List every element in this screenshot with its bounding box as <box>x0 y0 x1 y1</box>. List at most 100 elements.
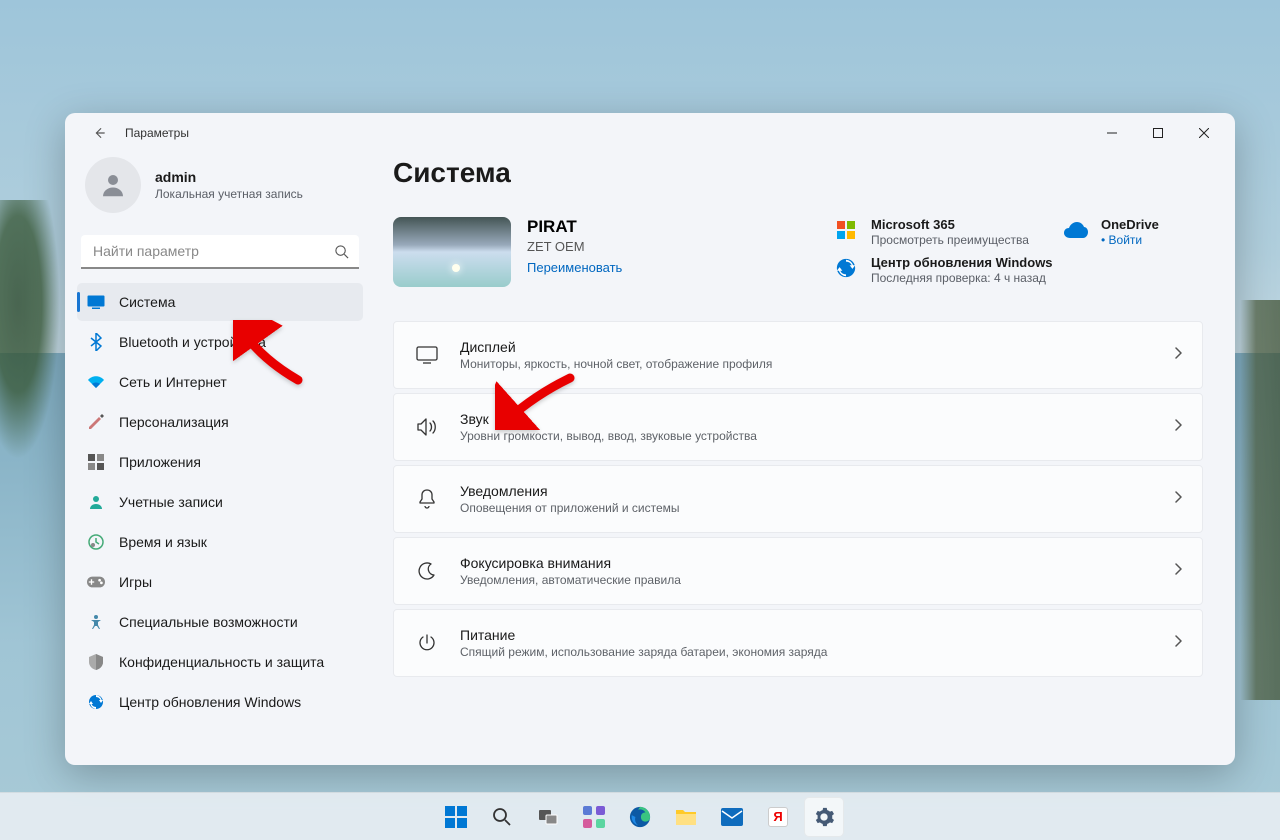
accessibility-icon <box>87 613 105 631</box>
setting-subtitle: Уведомления, автоматические правила <box>460 573 681 587</box>
taskbar-explorer[interactable] <box>666 797 706 837</box>
privacy-icon <box>87 653 105 671</box>
nav-label: Персонализация <box>119 414 229 430</box>
sound-icon <box>414 414 440 440</box>
onedrive-sub: Войти <box>1101 233 1159 247</box>
setting-title: Звук <box>460 411 757 427</box>
focus-icon <box>414 558 440 584</box>
nav-label: Bluetooth и устройства <box>119 334 266 350</box>
network-icon <box>87 373 105 391</box>
nav-item-system[interactable]: Система <box>77 283 363 321</box>
nav-label: Игры <box>119 574 152 590</box>
chevron-right-icon <box>1174 562 1182 580</box>
setting-display[interactable]: Дисплей Мониторы, яркость, ночной свет, о… <box>393 321 1203 389</box>
taskbar-mail[interactable] <box>712 797 752 837</box>
start-button[interactable] <box>436 797 476 837</box>
update-title: Центр обновления Windows <box>871 255 1053 270</box>
account-name: admin <box>155 169 303 185</box>
setting-title: Питание <box>460 627 827 643</box>
taskbar-yandex[interactable]: Я <box>758 797 798 837</box>
nav-label: Центр обновления Windows <box>119 694 301 710</box>
gaming-icon <box>87 573 105 591</box>
device-block[interactable]: PIRAT ZET OEM Переименовать <box>393 217 622 287</box>
power-icon <box>414 630 440 656</box>
device-model: ZET OEM <box>527 239 622 254</box>
rename-link[interactable]: Переименовать <box>527 260 622 275</box>
nav-label: Специальные возможности <box>119 614 298 630</box>
account-block[interactable]: admin Локальная учетная запись <box>77 153 363 231</box>
nav-item-update[interactable]: Центр обновления Windows <box>77 683 363 721</box>
setting-sound[interactable]: Звук Уровни громкости, вывод, ввод, звуко… <box>393 393 1203 461</box>
nav-item-privacy[interactable]: Конфиденциальность и защита <box>77 643 363 681</box>
page-title: Система <box>393 157 1203 189</box>
chevron-right-icon <box>1174 346 1182 364</box>
taskbar-edge[interactable] <box>620 797 660 837</box>
system-icon <box>87 293 105 311</box>
accounts-icon <box>87 493 105 511</box>
nav-item-personalization[interactable]: Персонализация <box>77 403 363 441</box>
close-button[interactable] <box>1181 117 1227 149</box>
setting-power[interactable]: Питание Спящий режим, использование заряд… <box>393 609 1203 677</box>
nav-item-apps[interactable]: Приложения <box>77 443 363 481</box>
ms365-icon <box>833 217 859 243</box>
back-button[interactable] <box>83 117 115 149</box>
update-sub: Последняя проверка: 4 ч назад <box>871 271 1053 285</box>
personalization-icon <box>87 413 105 431</box>
nav-item-gaming[interactable]: Игры <box>77 563 363 601</box>
ms365-title: Microsoft 365 <box>871 217 1029 232</box>
setting-subtitle: Спящий режим, использование заряда батар… <box>460 645 827 659</box>
taskbar: Я <box>0 792 1280 840</box>
apps-icon <box>87 453 105 471</box>
window-title: Параметры <box>125 126 189 140</box>
taskbar-widgets[interactable] <box>574 797 614 837</box>
display-icon <box>414 342 440 368</box>
content-area: Система PIRAT ZET OEM Переименовать Micr… <box>375 153 1235 765</box>
nav-item-network[interactable]: Сеть и Интернет <box>77 363 363 401</box>
ms365-card[interactable]: Microsoft 365Просмотреть преимущества <box>833 217 1053 247</box>
setting-subtitle: Уровни громкости, вывод, ввод, звуковые … <box>460 429 757 443</box>
nav-item-time[interactable]: Время и язык <box>77 523 363 561</box>
titlebar: Параметры <box>65 113 1235 153</box>
sidebar: admin Локальная учетная запись Система Bl… <box>65 153 375 765</box>
time-icon <box>87 533 105 551</box>
nav-label: Время и язык <box>119 534 207 550</box>
maximize-button[interactable] <box>1135 117 1181 149</box>
nav-item-accessibility[interactable]: Специальные возможности <box>77 603 363 641</box>
setting-title: Фокусировка внимания <box>460 555 681 571</box>
onedrive-card[interactable]: OneDriveВойти <box>1063 217 1203 247</box>
wallpaper-decoration <box>0 200 60 460</box>
windows-update-card[interactable]: Центр обновления WindowsПоследняя провер… <box>833 255 1203 285</box>
bluetooth-icon <box>87 333 105 351</box>
update-icon <box>87 693 105 711</box>
settings-list: Дисплей Мониторы, яркость, ночной свет, о… <box>393 321 1203 677</box>
setting-title: Дисплей <box>460 339 772 355</box>
nav-label: Приложения <box>119 454 201 470</box>
onedrive-title: OneDrive <box>1101 217 1159 232</box>
taskbar-search[interactable] <box>482 797 522 837</box>
device-thumbnail <box>393 217 511 287</box>
nav-label: Сеть и Интернет <box>119 374 227 390</box>
setting-notifications[interactable]: Уведомления Оповещения от приложений и си… <box>393 465 1203 533</box>
nav-item-bluetooth[interactable]: Bluetooth и устройства <box>77 323 363 361</box>
onedrive-icon <box>1063 217 1089 243</box>
settings-window: Параметры admin Локальная учетная запись… <box>65 113 1235 765</box>
setting-subtitle: Мониторы, яркость, ночной свет, отображе… <box>460 357 772 371</box>
chevron-right-icon <box>1174 418 1182 436</box>
notifications-icon <box>414 486 440 512</box>
chevron-right-icon <box>1174 490 1182 508</box>
setting-focus[interactable]: Фокусировка внимания Уведомления, автомат… <box>393 537 1203 605</box>
chevron-right-icon <box>1174 634 1182 652</box>
setting-subtitle: Оповещения от приложений и системы <box>460 501 680 515</box>
taskbar-settings[interactable] <box>804 797 844 837</box>
wallpaper-decoration <box>1240 300 1280 700</box>
ms365-sub: Просмотреть преимущества <box>871 233 1029 247</box>
nav-list: Система Bluetooth и устройства Сеть и Инте… <box>77 283 363 723</box>
setting-title: Уведомления <box>460 483 680 499</box>
update-icon <box>833 255 859 281</box>
arrow-left-icon <box>92 126 106 140</box>
minimize-button[interactable] <box>1089 117 1135 149</box>
nav-label: Конфиденциальность и защита <box>119 654 324 670</box>
taskbar-taskview[interactable] <box>528 797 568 837</box>
search-input[interactable] <box>81 235 359 269</box>
nav-item-accounts[interactable]: Учетные записи <box>77 483 363 521</box>
